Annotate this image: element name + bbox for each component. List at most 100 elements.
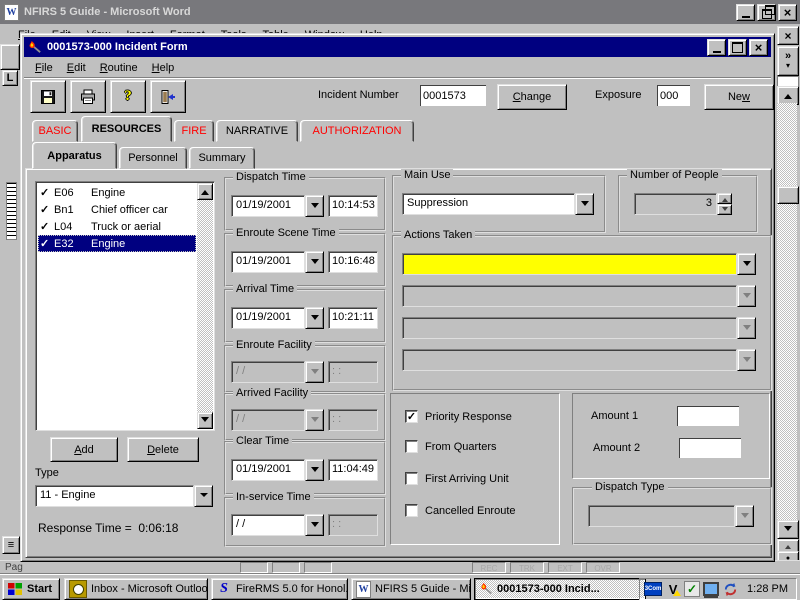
tab-narrative[interactable]: NARRATIVE — [216, 120, 298, 142]
checkbox-icon[interactable] — [405, 472, 418, 485]
dropdown-button[interactable] — [305, 307, 324, 329]
dropdown-button[interactable] — [305, 251, 324, 273]
tab-summary[interactable]: Summary — [189, 147, 255, 169]
scrollbar-track[interactable] — [777, 103, 797, 520]
dropdown-button[interactable] — [305, 195, 324, 217]
menu-file[interactable]: File — [28, 60, 60, 76]
spin-up-button[interactable] — [717, 193, 732, 204]
print-button[interactable] — [70, 80, 106, 113]
first-arriving-unit-checkbox[interactable]: First Arriving Unit — [405, 472, 509, 485]
network-check-tray-icon[interactable]: ✓ — [684, 581, 700, 597]
priority-response-checkbox[interactable]: ✓ Priority Response — [405, 410, 512, 423]
print-icon — [79, 89, 97, 105]
scrollbar-thumb[interactable] — [777, 186, 799, 204]
threecom-tray-icon[interactable]: 3Com — [644, 582, 662, 596]
enroute-facility-time-field: : : — [328, 361, 378, 383]
dropdown-button[interactable] — [737, 253, 756, 275]
scroll-down-button[interactable] — [197, 412, 213, 429]
tab-personnel[interactable]: Personnel — [119, 147, 187, 169]
start-button[interactable]: Start — [2, 578, 60, 600]
listbox-scrollbar[interactable] — [197, 183, 213, 429]
type-combobox[interactable]: 11 - Engine — [35, 485, 213, 507]
apparatus-listbox[interactable]: ✓ E06 Engine ✓ Bn1 Chief officer car ✓ L… — [35, 181, 215, 431]
list-item-selected[interactable]: ✓ E32 Engine — [38, 235, 196, 252]
chevron-down-icon — [311, 522, 319, 531]
scrollbar-track[interactable] — [197, 200, 213, 412]
tab-apparatus[interactable]: Apparatus — [32, 142, 117, 169]
taskbar-item-firerms[interactable]: S FireRMS 5.0 for Honol... — [211, 578, 348, 600]
people-count-value[interactable]: 3 — [634, 193, 717, 215]
list-item[interactable]: ✓ L04 Truck or aerial — [38, 218, 196, 235]
dialog-maximize-button[interactable] — [728, 39, 747, 56]
monitor-tray-icon[interactable] — [703, 581, 719, 597]
number-of-people-spinner[interactable]: 3 — [634, 193, 732, 215]
toolbar-overflow-button[interactable]: »▾ — [777, 46, 799, 76]
dispatch-time-field[interactable]: 10:14:53 — [328, 195, 378, 217]
taskbar-clock[interactable]: 1:28 PM — [747, 583, 788, 595]
list-item[interactable]: ✓ Bn1 Chief officer car — [38, 201, 196, 218]
amount1-label: Amount 1 — [591, 410, 638, 422]
list-item[interactable]: ✓ E06 Engine — [38, 184, 196, 201]
taskbar-item-incident-form[interactable]: 0001573-000 Incid... — [474, 578, 646, 600]
tab-basic[interactable]: BASIC — [32, 120, 78, 142]
arrival-time-field[interactable]: 10:21:11 — [328, 307, 378, 329]
incident-number-field[interactable] — [420, 85, 486, 106]
exposure-field[interactable] — [657, 85, 690, 106]
close-icon: × — [784, 29, 791, 43]
dropdown-button[interactable] — [575, 193, 594, 215]
date-value: 01/19/2001 — [231, 307, 305, 329]
amount1-field[interactable] — [677, 406, 739, 426]
dialog-close-button[interactable]: × — [749, 39, 768, 56]
number-of-people-group: Number of People 3 — [618, 175, 758, 233]
document-close-button[interactable]: × — [777, 26, 799, 45]
save-button[interactable] — [30, 80, 66, 113]
enroute-time-field[interactable]: 10:16:48 — [328, 251, 378, 273]
word-restore-button[interactable] — [757, 4, 776, 21]
tab-fire[interactable]: FIRE — [174, 120, 214, 142]
incident-form-titlebar[interactable]: 0001573-000 Incident Form × — [24, 37, 771, 57]
word-tab-stop-selector[interactable]: L — [2, 70, 18, 86]
exit-button[interactable] — [150, 80, 186, 113]
scroll-down-button[interactable] — [777, 520, 799, 539]
arrival-date-combobox[interactable]: 01/19/2001 — [231, 307, 324, 329]
checkbox-icon[interactable]: ✓ — [405, 410, 418, 423]
taskbar-item-word[interactable]: W NFIRS 5 Guide - Micro... — [351, 578, 471, 600]
menu-edit[interactable]: Edit — [60, 60, 93, 76]
main-use-combobox[interactable]: Suppression — [402, 193, 594, 215]
clear-date-combobox[interactable]: 01/19/2001 — [231, 459, 324, 481]
sync-tray-icon[interactable] — [722, 581, 738, 597]
from-quarters-checkbox[interactable]: From Quarters — [405, 440, 497, 453]
taskbar-item-outlook[interactable]: Inbox - Microsoft Outlook — [64, 578, 208, 600]
dropdown-button[interactable] — [305, 514, 324, 536]
word-view-buttons-fragment[interactable]: ≡ — [2, 536, 20, 554]
help-button[interactable]: ? — [110, 80, 146, 113]
cancelled-enroute-checkbox[interactable]: Cancelled Enroute — [405, 504, 516, 517]
vshield-tray-icon[interactable]: V — [665, 581, 681, 597]
enroute-date-combobox[interactable]: 01/19/2001 — [231, 251, 324, 273]
action-taken-combobox-1[interactable] — [402, 253, 756, 275]
word-minimize-button[interactable] — [736, 4, 755, 21]
dropdown-button[interactable] — [194, 485, 213, 507]
change-button[interactable]: Change — [497, 84, 567, 110]
clear-time-field[interactable]: 11:04:49 — [328, 459, 378, 481]
menu-routine[interactable]: Routine — [93, 60, 145, 76]
word-close-button[interactable]: × — [778, 4, 797, 21]
arrow-up-icon — [785, 542, 791, 549]
dropdown-button[interactable] — [305, 459, 324, 481]
checkbox-icon[interactable] — [405, 504, 418, 517]
amount2-field[interactable] — [679, 438, 741, 458]
new-button[interactable]: New — [704, 84, 774, 110]
tab-authorization[interactable]: AUTHORIZATION — [300, 120, 414, 142]
dialog-minimize-button[interactable] — [707, 39, 726, 56]
delete-button[interactable]: Delete — [127, 437, 199, 462]
inservice-date-combobox[interactable]: / / — [231, 514, 324, 536]
arrow-down-icon — [722, 207, 728, 214]
dialog-menu-bar: File Edit Routine Help — [24, 58, 771, 78]
scroll-up-button[interactable] — [197, 183, 213, 200]
checkbox-icon[interactable] — [405, 440, 418, 453]
add-button[interactable]: Add — [50, 437, 118, 462]
menu-help[interactable]: Help — [145, 60, 182, 76]
tab-resources[interactable]: RESOURCES — [81, 116, 172, 142]
dispatch-date-combobox[interactable]: 01/19/2001 — [231, 195, 324, 217]
spin-down-button[interactable] — [717, 204, 732, 215]
